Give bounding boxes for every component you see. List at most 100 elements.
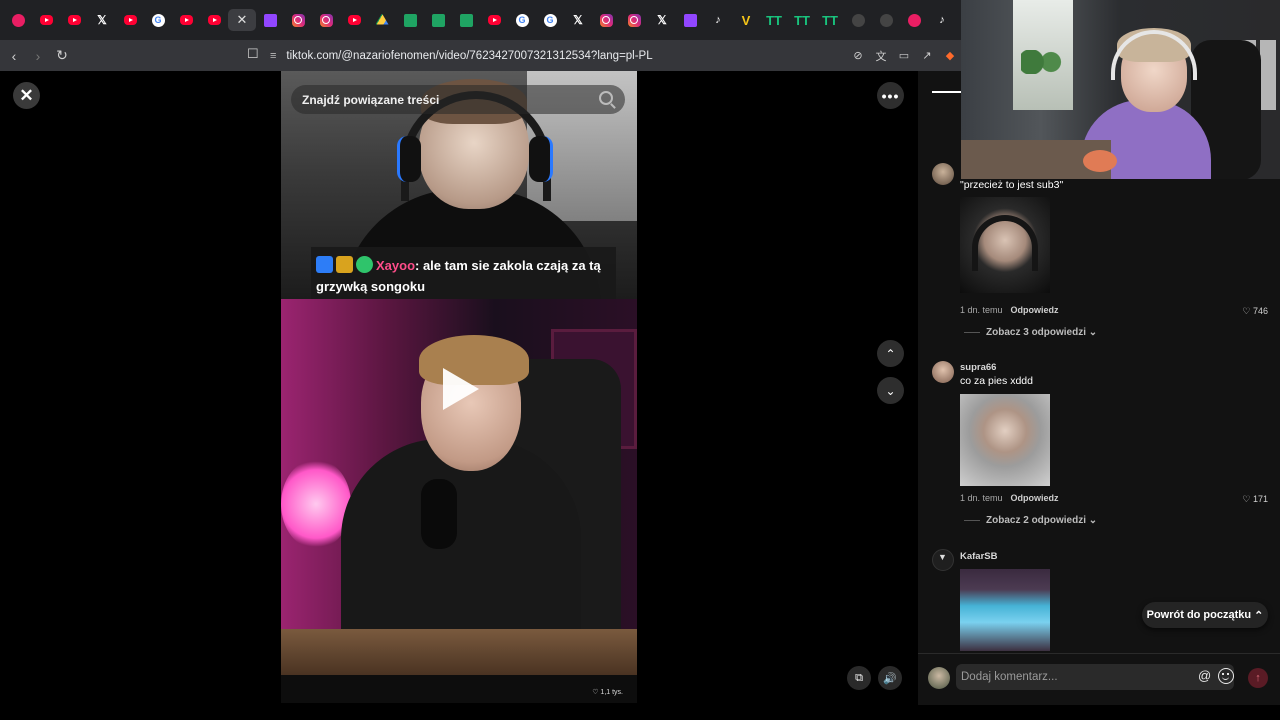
comment-image[interactable] — [960, 197, 1050, 293]
mention-icon[interactable]: @ — [1198, 668, 1211, 683]
brave-shield-icon[interactable]: ◆ — [939, 45, 961, 67]
browser-tab[interactable]: ♪ — [704, 9, 732, 31]
browser-tab[interactable] — [4, 9, 32, 31]
comment-username[interactable]: supra66 — [960, 362, 996, 373]
browser-tab[interactable] — [620, 9, 648, 31]
view-replies-button[interactable]: Zobacz 3 odpowiedzi ⌄ — [964, 327, 1097, 338]
related-search-input[interactable]: Znajdź powiązane treści — [291, 85, 625, 114]
browser-tab[interactable] — [284, 9, 312, 31]
chevron-down-icon: ⌄ — [1088, 515, 1098, 526]
x-icon: 𝕏 — [97, 13, 107, 27]
back-icon[interactable]: ‹ — [4, 46, 24, 66]
browser-tab[interactable]: TT — [788, 9, 816, 31]
chat-overlay: Xayoo: ale tam sie zakola czają za tą gr… — [311, 247, 616, 299]
site-info-icon[interactable]: ≡ — [270, 50, 276, 62]
tiktok-icon: ♪ — [715, 13, 721, 26]
youtube-icon — [123, 15, 137, 25]
browser-tab[interactable] — [340, 9, 368, 31]
replies-line — [964, 332, 980, 333]
back-to-top-button[interactable]: Powrót do początku ⌃ — [1142, 602, 1268, 628]
view-replies-button[interactable]: Zobacz 2 odpowiedzi ⌄ — [964, 515, 1097, 526]
browser-tab[interactable] — [872, 9, 900, 31]
browser-tab[interactable] — [312, 9, 340, 31]
browser-tab[interactable]: G — [508, 9, 536, 31]
twitch-icon — [683, 13, 697, 27]
emoji-icon[interactable] — [1218, 668, 1234, 684]
browser-tab[interactable] — [396, 9, 424, 31]
browser-tab[interactable] — [256, 9, 284, 31]
tt-icon: TT — [766, 12, 782, 28]
close-icon[interactable]: ✕ — [237, 12, 248, 28]
browser-tab[interactable] — [172, 9, 200, 31]
no-tracking-icon[interactable]: ⊘ — [847, 45, 869, 67]
comment-text: "przecież to jest sub3" — [960, 179, 1064, 191]
browser-tab[interactable] — [32, 9, 60, 31]
browser-tab[interactable]: TT — [816, 9, 844, 31]
browser-tab[interactable]: 𝕏 — [564, 9, 592, 31]
back-to-top-label: Powrót do początku — [1146, 609, 1252, 621]
reply-button[interactable]: Odpowiedz — [1011, 305, 1059, 315]
video-bottom-frame — [281, 299, 637, 675]
sheets-icon — [403, 13, 417, 27]
next-video-button[interactable]: ⌄ — [877, 377, 904, 404]
browser-tab[interactable]: TT — [760, 9, 788, 31]
avatar[interactable] — [932, 361, 954, 383]
comment-input[interactable]: Dodaj komentarz... — [956, 664, 1234, 690]
browser-tab[interactable]: 𝕏 — [88, 9, 116, 31]
sheets-icon — [431, 13, 445, 27]
view-replies-label: Zobacz 2 odpowiedzi — [986, 515, 1087, 526]
comment-image[interactable] — [960, 569, 1050, 651]
play-icon[interactable] — [443, 368, 479, 410]
youtube-icon — [487, 15, 501, 25]
avatar[interactable] — [932, 549, 954, 571]
close-video-button[interactable]: ✕ — [13, 82, 40, 109]
browser-tab[interactable]: G — [536, 9, 564, 31]
send-comment-button[interactable]: ↑ — [1248, 668, 1268, 688]
more-options-button[interactable]: ••• — [877, 82, 904, 109]
browser-tab[interactable] — [844, 9, 872, 31]
like-count-value: 1,1 tys. — [600, 689, 623, 696]
browser-tab[interactable] — [676, 9, 704, 31]
previous-video-button[interactable]: ⌃ — [877, 340, 904, 367]
floating-player-icon[interactable]: ⧉ — [847, 666, 871, 690]
browser-tab[interactable] — [592, 9, 620, 31]
browser-tab[interactable] — [424, 9, 452, 31]
browser-tab[interactable] — [452, 9, 480, 31]
browser-tab[interactable] — [900, 9, 928, 31]
user-avatar[interactable] — [928, 667, 950, 689]
hammer-badge-icon — [316, 256, 333, 273]
browser-tab[interactable]: 𝕏 — [648, 9, 676, 31]
browser-tab[interactable]: V — [732, 9, 760, 31]
bookmark-icon[interactable]: ☐ — [247, 46, 259, 62]
comment-like-count: 746 — [1252, 306, 1268, 316]
translate-icon[interactable]: 文 — [870, 45, 892, 67]
browser-tab[interactable]: ✕ — [228, 9, 256, 31]
search-icon[interactable] — [599, 91, 613, 105]
browser-tab[interactable] — [368, 9, 396, 31]
address-bar[interactable]: ≡ tiktok.com/@nazariofenomen/video/76234… — [270, 45, 850, 66]
volume-icon[interactable]: 🔊 — [878, 666, 902, 690]
comment-image[interactable] — [960, 394, 1050, 486]
share-icon[interactable]: ↗ — [916, 45, 938, 67]
comment-like[interactable]: ♡ 171 — [1242, 494, 1268, 505]
comment-meta: 1 dn. temu Odpowiedz — [960, 305, 1059, 315]
comment-username[interactable]: KafarSB — [960, 551, 998, 562]
google-icon: G — [543, 13, 557, 27]
chat-icon — [851, 13, 865, 27]
browser-tab[interactable]: ♪ — [928, 9, 956, 31]
browser-tab[interactable] — [200, 9, 228, 31]
browser-tab[interactable]: G — [144, 9, 172, 31]
browser-tab[interactable] — [480, 9, 508, 31]
video-player[interactable]: Znajdź powiązane treści Xayoo: ale tam s… — [281, 71, 637, 703]
double-chevron-up-icon: ⌃ — [1254, 609, 1264, 622]
browser-tab[interactable] — [60, 9, 88, 31]
forward-icon[interactable]: › — [28, 46, 48, 66]
comment-like[interactable]: ♡ 746 — [1242, 306, 1268, 317]
x-icon: 𝕏 — [657, 13, 667, 27]
reply-button[interactable]: Odpowiedz — [1011, 493, 1059, 503]
youtube-icon — [39, 15, 53, 25]
tab-view-icon[interactable]: ▭ — [893, 45, 915, 67]
browser-tab[interactable] — [116, 9, 144, 31]
reload-icon[interactable]: ↻ — [52, 46, 72, 66]
avatar[interactable] — [932, 163, 954, 185]
